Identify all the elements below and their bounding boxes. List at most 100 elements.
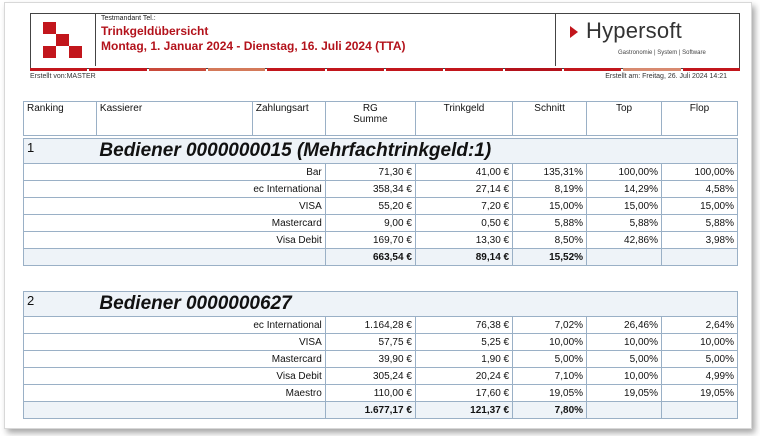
server-group-table: 1 Bediener 0000000015 (Mehrfachtrinkgeld:…	[23, 138, 739, 266]
group-sum-row: 1.677,17 €121,37 €7,80%	[23, 401, 739, 419]
payment-method: Mastercard	[23, 350, 326, 368]
flop-cell: 5,88%	[660, 214, 739, 232]
flop-cell: 4,58%	[660, 180, 739, 198]
sum-trinkgeld: 89,14 €	[414, 248, 514, 266]
schnitt-cell: 135,31%	[512, 163, 588, 181]
trinkgeld-cell: 27,14 €	[414, 180, 514, 198]
rg-summe-cell: 39,90 €	[324, 350, 416, 368]
brand-arrow-icon	[570, 26, 578, 38]
brand-tagline: Gastronomie | System | Software	[618, 50, 706, 56]
payment-method: Bar	[23, 163, 326, 181]
trinkgeld-cell: 41,00 €	[414, 163, 514, 181]
flop-cell: 100,00%	[660, 163, 739, 181]
top-cell: 10,00%	[586, 367, 662, 385]
group-header-row: 1 Bediener 0000000015 (Mehrfachtrinkgeld:…	[23, 138, 739, 164]
group-rank: 2	[23, 291, 97, 317]
report-page: Testmandant Tel.: Trinkgeldübersicht Mon…	[4, 2, 752, 429]
flop-cell: 3,98%	[660, 231, 739, 249]
report-header: Testmandant Tel.: Trinkgeldübersicht Mon…	[30, 13, 740, 69]
created-by: Erstellt von:MASTER	[30, 73, 96, 80]
trinkgeld-cell: 0,50 €	[414, 214, 514, 232]
trinkgeld-cell: 20,24 €	[414, 367, 514, 385]
rg-summe-cell: 358,34 €	[324, 180, 416, 198]
schnitt-cell: 5,88%	[512, 214, 588, 232]
rg-summe-cell: 1.164,28 €	[324, 316, 416, 334]
group-header-row: 2 Bediener 0000000627	[23, 291, 739, 317]
table-row: Mastercard 9,00 €0,50 €5,88% 5,88% 5,88%	[23, 214, 739, 232]
flop-cell: 10,00%	[660, 333, 739, 351]
top-cell: 19,05%	[586, 384, 662, 402]
col-trinkgeld: Trinkgeld	[414, 101, 514, 136]
top-cell: 15,00%	[586, 197, 662, 215]
sum-flop-empty	[660, 248, 739, 266]
schnitt-cell: 7,10%	[512, 367, 588, 385]
payment-method: VISA	[23, 197, 326, 215]
col-flop: Flop	[660, 101, 739, 136]
rg-summe-cell: 55,20 €	[324, 197, 416, 215]
table-row: Visa Debit 305,24 €20,24 €7,10% 10,00% 4,99…	[23, 367, 739, 385]
group-server-name: Bediener 0000000627	[96, 291, 739, 317]
trinkgeld-cell: 7,20 €	[414, 197, 514, 215]
sum-trinkgeld: 121,37 €	[414, 401, 514, 419]
schnitt-cell: 7,02%	[512, 316, 588, 334]
flop-cell: 2,64%	[660, 316, 739, 334]
rg-summe-cell: 71,30 €	[324, 163, 416, 181]
flop-cell: 4,99%	[660, 367, 739, 385]
schnitt-cell: 8,19%	[512, 180, 588, 198]
rg-summe-cell: 57,75 €	[324, 333, 416, 351]
sum-flop-empty	[660, 401, 739, 419]
schnitt-cell: 15,00%	[512, 197, 588, 215]
col-kassierer: Kassierer	[95, 101, 253, 136]
schnitt-cell: 5,00%	[512, 350, 588, 368]
trinkgeld-cell: 17,60 €	[414, 384, 514, 402]
table-row: ec International 358,34 €27,14 €8,19% 14,2…	[23, 180, 739, 198]
group-rank: 1	[23, 138, 97, 164]
table-row: Maestro 110,00 €17,60 €19,05% 19,05% 19,05%	[23, 384, 739, 402]
table-row: VISA 55,20 €7,20 €15,00% 15,00% 15,00%	[23, 197, 739, 215]
table-row: Bar 71,30 €41,00 €135,31% 100,00% 100,00%	[23, 163, 739, 181]
col-ranking: Ranking	[23, 101, 97, 136]
sum-top-empty	[586, 401, 662, 419]
server-group-table: 2 Bediener 0000000627 ec International 1.16…	[23, 291, 739, 419]
payment-method: ec International	[23, 316, 326, 334]
flop-cell: 5,00%	[660, 350, 739, 368]
col-schnitt: Schnitt	[512, 101, 588, 136]
flop-cell: 15,00%	[660, 197, 739, 215]
schnitt-cell: 8,50%	[512, 231, 588, 249]
rg-summe-cell: 305,24 €	[324, 367, 416, 385]
report-date-range: Montag, 1. Januar 2024 - Dienstag, 16. J…	[101, 39, 406, 53]
tenant-tel: Testmandant Tel.:	[101, 15, 156, 22]
sum-spacer	[23, 401, 326, 419]
flop-cell: 19,05%	[660, 384, 739, 402]
column-header-table: Ranking Kassierer Zahlungsart RG Summe T…	[23, 101, 739, 136]
top-cell: 26,46%	[586, 316, 662, 334]
trinkgeld-cell: 76,38 €	[414, 316, 514, 334]
payment-method: Visa Debit	[23, 367, 326, 385]
rg-summe-cell: 169,70 €	[324, 231, 416, 249]
sum-spacer	[23, 248, 326, 266]
checker-logo-icon	[43, 22, 82, 58]
rg-summe-cell: 9,00 €	[324, 214, 416, 232]
report-title: Trinkgeldübersicht	[101, 24, 209, 38]
rg-summe-cell: 110,00 €	[324, 384, 416, 402]
top-cell: 42,86%	[586, 231, 662, 249]
table-row: ec International 1.164,28 €76,38 €7,02% 26…	[23, 316, 739, 334]
sum-schnitt: 15,52%	[512, 248, 588, 266]
created-at: Erstellt am: Freitag, 26. Juli 2024 14:2…	[605, 73, 727, 80]
payment-method: ec International	[23, 180, 326, 198]
group-sum-row: 663,54 €89,14 €15,52%	[23, 248, 739, 266]
group-server-name: Bediener 0000000015 (Mehrfachtrinkgeld:1…	[96, 138, 739, 164]
col-rg-summe: RG Summe	[324, 101, 416, 136]
company-logo	[31, 14, 96, 66]
top-cell: 100,00%	[586, 163, 662, 181]
trinkgeld-cell: 1,90 €	[414, 350, 514, 368]
schnitt-cell: 19,05%	[512, 384, 588, 402]
color-bar	[30, 68, 740, 71]
top-cell: 14,29%	[586, 180, 662, 198]
trinkgeld-cell: 13,30 €	[414, 231, 514, 249]
sum-schnitt: 7,80%	[512, 401, 588, 419]
trinkgeld-cell: 5,25 €	[414, 333, 514, 351]
schnitt-cell: 10,00%	[512, 333, 588, 351]
table-row: Visa Debit 169,70 €13,30 €8,50% 42,86% 3,98…	[23, 231, 739, 249]
col-zahlungsart: Zahlungsart	[251, 101, 326, 136]
